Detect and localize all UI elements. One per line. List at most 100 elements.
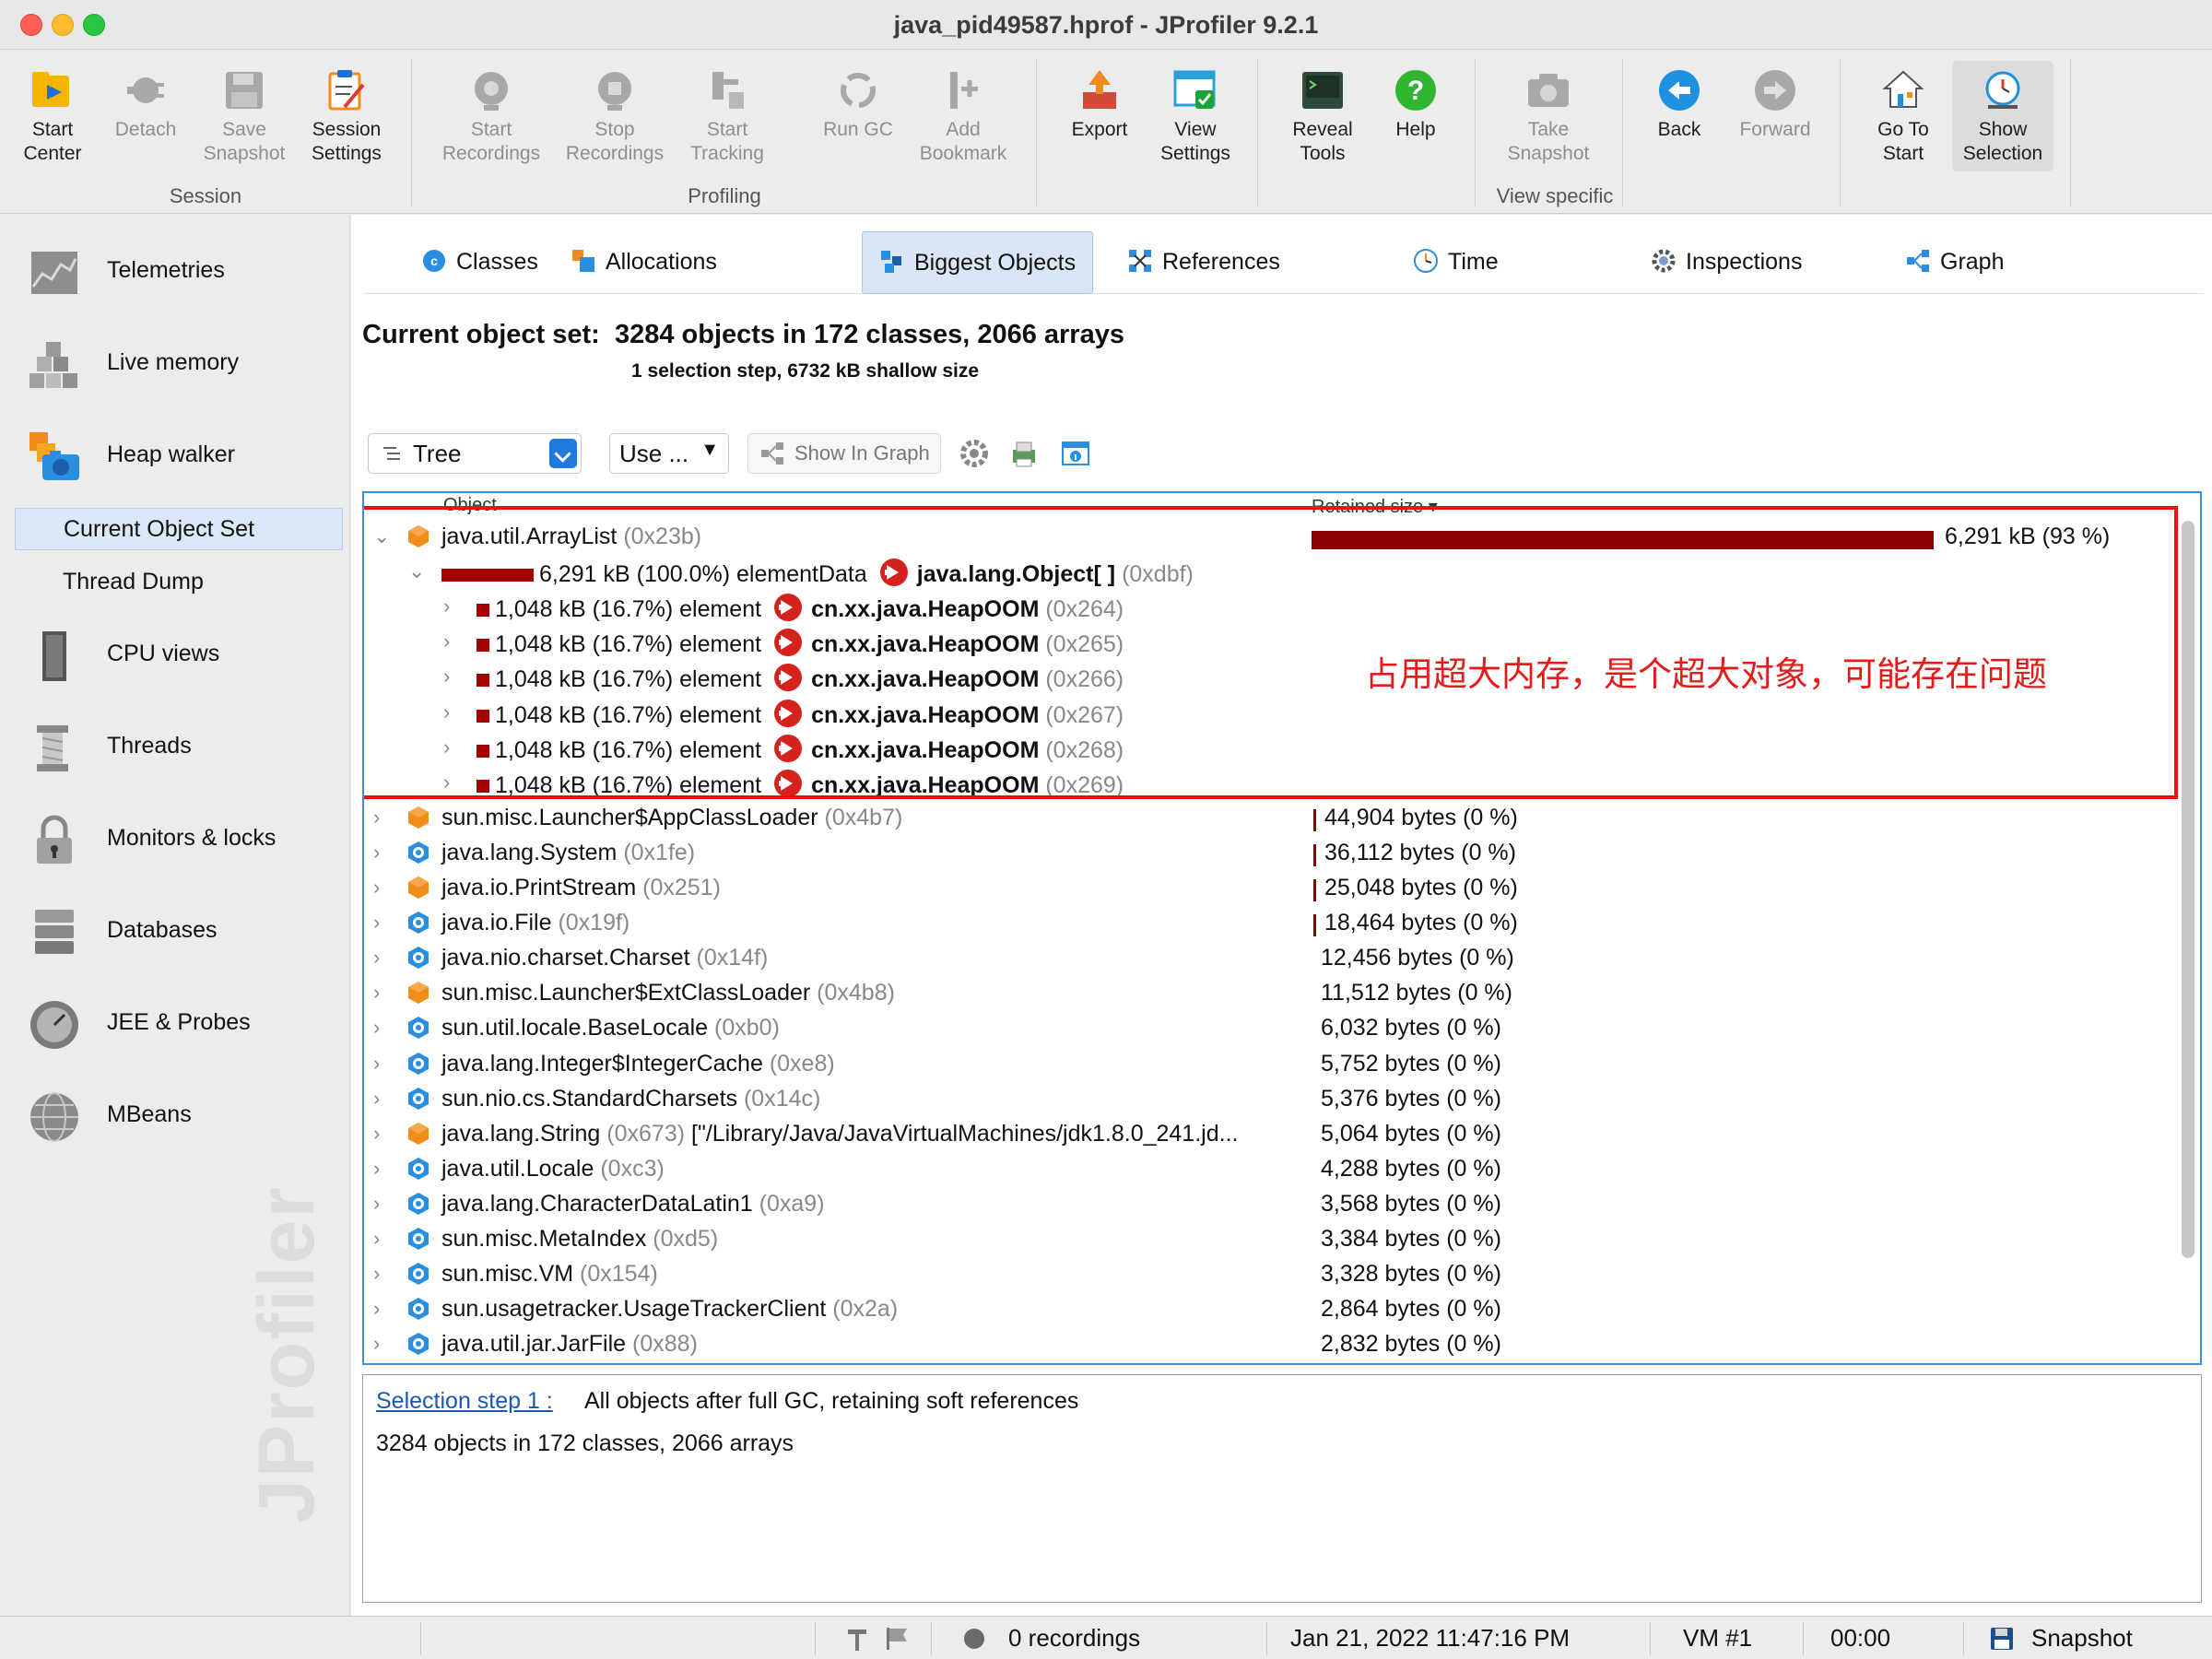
chevron-right-icon[interactable]: › <box>373 1332 388 1355</box>
tree-row[interactable]: › java.lang.CharacterDataLatin1 (0xa9) 3,5… <box>364 1186 2171 1221</box>
chevron-right-icon[interactable]: › <box>373 1052 388 1075</box>
tree-row[interactable]: › java.nio.charset.Charset (0x14f) 12,456 … <box>364 940 2171 975</box>
biggest-objects-tree: Object Retained size ▾ ⌄ java.util.ArrayL… <box>362 491 2202 1365</box>
sidebar-item-monitors-locks[interactable]: Monitors & locks <box>0 803 350 877</box>
chevron-right-icon[interactable]: › <box>443 735 458 759</box>
tree-row[interactable]: › sun.misc.MetaIndex (0xd5) 3,384 bytes (0… <box>364 1221 2171 1256</box>
tree-row[interactable]: › sun.util.locale.BaseLocale (0xb0) 6,032 … <box>364 1010 2171 1045</box>
chevron-right-icon[interactable]: › <box>373 1192 388 1215</box>
reference-arrow-icon <box>774 734 803 762</box>
tree-row[interactable]: › 1,048 kB (16.7%) element cn.xx.java.Heap… <box>364 730 2171 765</box>
tree-row[interactable]: › java.util.Locale (0xc3) 4,288 bytes (0 %… <box>364 1151 2171 1186</box>
use-dropdown[interactable]: Use ... ▼ <box>609 433 729 474</box>
info-window-icon[interactable] <box>1059 437 1092 470</box>
tab-time[interactable]: Time <box>1396 231 1515 294</box>
stop-recordings-button[interactable]: Stop Recordings <box>564 61 665 171</box>
chevron-right-icon[interactable]: › <box>443 700 458 724</box>
save-snapshot-button[interactable]: Save Snapshot <box>194 61 295 171</box>
chevron-right-icon[interactable]: › <box>373 1087 388 1110</box>
vertical-scrollbar[interactable] <box>2182 521 2194 1258</box>
print-icon[interactable] <box>1007 437 1041 470</box>
add-bookmark-button[interactable]: Add Bookmark <box>912 61 1014 171</box>
tree-row[interactable]: › sun.misc.Launcher$AppClassLoader (0x4b7… <box>364 800 2171 835</box>
tree-row[interactable]: › 1,048 kB (16.7%) element cn.xx.java.Heap… <box>364 589 2171 624</box>
tab-graph[interactable]: Graph <box>1888 231 2020 294</box>
settings-gear-icon[interactable] <box>958 437 991 470</box>
sidebar-subitem-current-object-set[interactable]: Current Object Set <box>15 508 343 550</box>
show-selection-button[interactable]: Show Selection <box>1952 61 2053 171</box>
back-button[interactable]: Back <box>1629 61 1730 171</box>
reveal-tools-button[interactable]: Reveal Tools <box>1272 61 1373 171</box>
take-snapshot-button[interactable]: Take Snapshot <box>1498 61 1599 171</box>
tab-allocations[interactable]: Allocations <box>554 231 734 294</box>
view-mode-select[interactable]: Tree <box>368 433 582 474</box>
go-to-start-button[interactable]: Go To Start <box>1853 61 1954 171</box>
chevron-right-icon[interactable]: › <box>443 629 458 653</box>
tree-row[interactable]: ⌄ java.util.ArrayList (0x23b) 6,291 kB (93… <box>364 519 2171 554</box>
view-settings-button[interactable]: View Settings <box>1145 61 1246 171</box>
session-settings-button[interactable]: Session Settings <box>296 61 397 171</box>
chevron-right-icon[interactable]: › <box>373 876 388 899</box>
tree-row[interactable]: › sun.usagetracker.UsageTrackerClient (0x… <box>364 1291 2171 1326</box>
start-recordings-button[interactable]: Start Recordings <box>441 61 542 171</box>
tab-references[interactable]: References <box>1111 231 1297 294</box>
forward-button[interactable]: Forward <box>1724 61 1826 171</box>
tree-row[interactable]: › java.lang.String (0x673) ["/Library/Jav… <box>364 1116 2171 1151</box>
tab-biggest-objects[interactable]: Biggest Objects <box>862 231 1094 294</box>
chevron-right-icon[interactable]: › <box>373 1227 388 1250</box>
chevron-right-icon[interactable]: › <box>443 771 458 794</box>
tree-row[interactable]: › java.io.PrintStream (0x251) 25,048 bytes… <box>364 870 2171 905</box>
pin-icon[interactable] <box>844 1626 872 1652</box>
tree-row[interactable]: › sun.misc.VM (0x154) 3,328 bytes (0 %) <box>364 1256 2171 1291</box>
sidebar-item-heap-walker[interactable]: Heap walker <box>0 419 350 493</box>
chevron-right-icon[interactable]: › <box>373 981 388 1004</box>
chevron-right-icon[interactable]: › <box>373 1016 388 1039</box>
chevron-right-icon[interactable]: › <box>373 1157 388 1180</box>
reference-target: cn.xx.java.HeapOOM <box>811 701 1040 728</box>
tab-inspections[interactable]: Inspections <box>1634 231 1818 294</box>
detach-button[interactable]: Detach <box>95 61 196 171</box>
sidebar-item-threads[interactable]: Threads <box>0 711 350 784</box>
chevron-right-icon[interactable]: › <box>373 946 388 969</box>
help-button[interactable]: ? Help <box>1365 61 1466 171</box>
chevron-right-icon[interactable]: › <box>373 841 388 864</box>
chevron-right-icon[interactable]: › <box>443 594 458 618</box>
tree-row[interactable]: ⌄ 6,291 kB (100.0%) elementData java.lang.… <box>364 554 2171 589</box>
chevron-right-icon[interactable]: › <box>373 1297 388 1320</box>
column-header-retained-size[interactable]: Retained size ▾ <box>1312 495 1438 518</box>
tab-classes[interactable]: c Classes <box>405 231 555 294</box>
sidebar-item-telemetries[interactable]: Telemetries <box>0 235 350 309</box>
object-address: (0xe8) <box>769 1050 835 1077</box>
sidebar-item-mbeans[interactable]: MBeans <box>0 1079 350 1153</box>
tree-row[interactable]: › java.lang.Integer$IntegerCache (0xe8) 5,… <box>364 1046 2171 1081</box>
flag-icon[interactable] <box>883 1626 911 1652</box>
tree-row[interactable]: › java.util.jar.JarFile (0x88) 2,832 bytes… <box>364 1326 2171 1361</box>
tree-row[interactable]: › java.io.File (0x19f) 18,464 bytes (0 %) <box>364 905 2171 940</box>
tree-row[interactable]: › java.lang.System (0x1fe) 36,112 bytes (0… <box>364 835 2171 870</box>
export-button[interactable]: Export <box>1049 61 1150 171</box>
tree-row[interactable]: › sun.nio.cs.StandardCharsets (0x14c) 5,37… <box>364 1081 2171 1116</box>
column-header-object[interactable]: Object <box>443 495 497 516</box>
chevron-down-icon[interactable]: ⌄ <box>373 524 390 547</box>
start-center-button[interactable]: Start Center <box>2 61 103 171</box>
chevron-right-icon[interactable]: › <box>373 806 388 829</box>
chevron-right-icon[interactable]: › <box>373 911 388 934</box>
sidebar-item-databases[interactable]: Databases <box>0 895 350 969</box>
start-tracking-button[interactable]: Start Tracking <box>677 61 778 171</box>
tree-row[interactable]: › 1,048 kB (16.7%) element cn.xx.java.Heap… <box>364 695 2171 730</box>
chevron-right-icon[interactable]: › <box>443 665 458 688</box>
sidebar-item-live-memory[interactable]: Live memory <box>0 327 350 401</box>
chevron-down-icon[interactable]: ⌄ <box>408 559 425 582</box>
show-in-graph-button[interactable]: Show In Graph <box>747 433 941 474</box>
selection-step-link[interactable]: Selection step 1 : <box>376 1388 553 1415</box>
object-icon <box>406 524 430 548</box>
chevron-right-icon[interactable]: › <box>373 1122 388 1145</box>
sidebar-subitem-thread-dump[interactable]: Thread Dump <box>15 561 343 604</box>
tree-row[interactable]: › 1,048 kB (16.7%) element cn.xx.java.Heap… <box>364 765 2171 800</box>
run-gc-button[interactable]: Run GC <box>807 61 909 171</box>
tree-row[interactable]: › sun.misc.Launcher$ExtClassLoader (0x4b8… <box>364 975 2171 1010</box>
sidebar-item-jee-probes[interactable]: JEE & Probes <box>0 987 350 1061</box>
caret-down-icon: ▼ <box>700 440 719 460</box>
chevron-right-icon[interactable]: › <box>373 1262 388 1285</box>
sidebar-item-cpu-views[interactable]: CPU views <box>0 618 350 692</box>
